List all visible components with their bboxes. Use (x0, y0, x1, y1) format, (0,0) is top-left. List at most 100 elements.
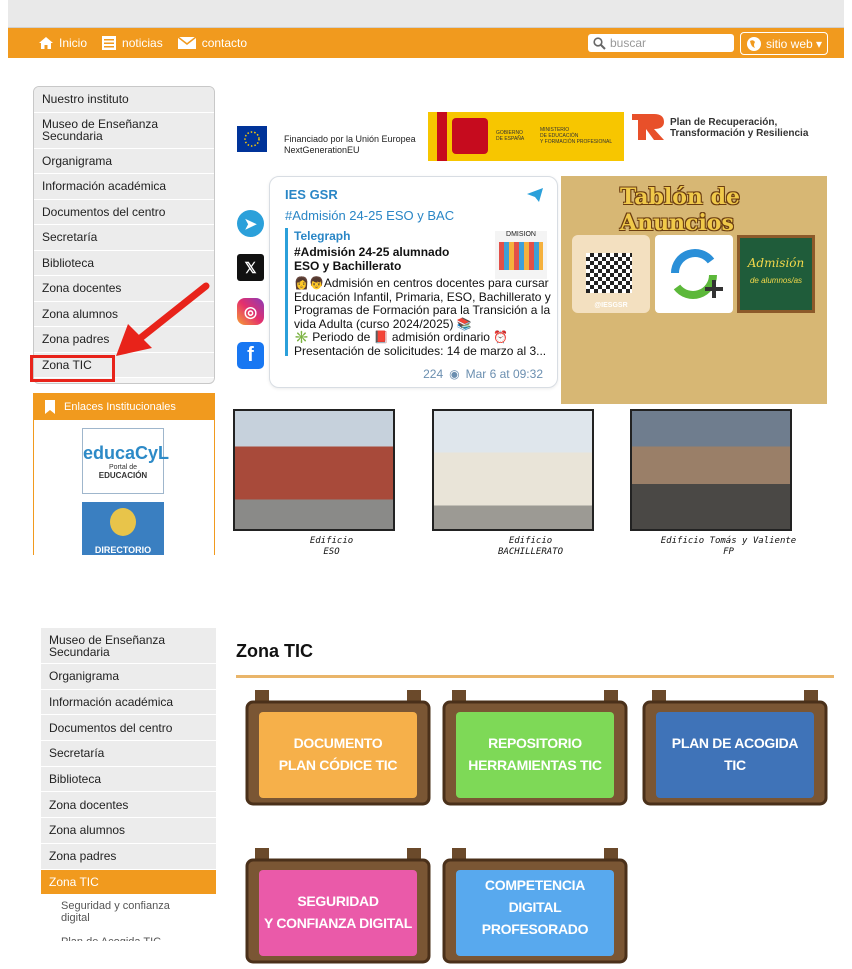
telegram-body3: Presentación de solicitudes: 14 de marzo… (294, 343, 547, 358)
card-seguridad-line1: SEGURIDAD (297, 893, 379, 909)
flag-stripe (437, 112, 447, 161)
red-arrow-icon (116, 282, 210, 356)
tablon-title: Tablón de Anuncios (620, 184, 740, 236)
nav-contacto[interactable]: contacto (177, 36, 247, 50)
sidebar-item-zona-alumnos[interactable]: Zona alumnos (41, 818, 216, 844)
educa-logo-text: educaCyL (83, 443, 170, 463)
qr-label: @IESGSR (594, 302, 628, 309)
sidebar-item-secretaria[interactable]: Secretaría (34, 225, 214, 251)
sidebar-item-zona-tic-active[interactable]: Zona TIC (41, 869, 216, 896)
sitio-web-label: sitio web ▾ (766, 36, 823, 51)
prtr-line2: Transformación y Resiliencia (670, 128, 809, 139)
card-seguridad[interactable]: SEGURIDAD Y CONFIANZA DIGITAL (243, 848, 433, 966)
sidebar-item-nuestro-instituto[interactable]: Nuestro instituto (34, 87, 214, 113)
screenshot-divider (0, 560, 852, 620)
card-repositorio-line2: HERRAMIENTAS TIC (468, 757, 602, 773)
thumb-label: DMISIÓN (506, 231, 536, 238)
card-plan-acogida-line2: TIC (724, 757, 746, 773)
update-card[interactable] (655, 235, 733, 313)
telegram-source: Telegraph (294, 229, 351, 243)
nav-inicio-label: Inicio (59, 36, 88, 50)
sidebar-item-informacion-academica[interactable]: Información académica (41, 689, 216, 716)
sidebar-item-documentos[interactable]: Documentos del centro (34, 199, 214, 225)
card-plan-codice-line2: PLAN CÓDICE TIC (278, 757, 398, 773)
card-plan-codice[interactable]: DOCUMENTO PLAN CÓDICE TIC (243, 690, 433, 808)
telegram-body2: ✳️ Periodo de 📕 admisión ordinario ⏰ (294, 330, 509, 344)
directorio-link[interactable]: DIRECTORIO (82, 502, 164, 555)
eu-funding-text: Financiado por la Unión Europea NextGene… (284, 134, 416, 156)
card-plan-acogida-line1: PLAN DE ACOGIDA (671, 735, 799, 751)
globe-icon (747, 36, 761, 51)
telegram-send-icon (527, 188, 543, 202)
sidebar-item-museo[interactable]: Museo de Enseñanza Secundaria (34, 112, 214, 149)
sidebar-item-museo[interactable]: Museo de Enseñanza Secundaria (41, 628, 216, 664)
sidebar-item-informacion-academica[interactable]: Información académica (34, 174, 214, 200)
card-repositorio[interactable]: REPOSITORIO HERRAMIENTAS TIC (440, 690, 630, 808)
sidebar-item-organigrama[interactable]: Organigrama (41, 664, 216, 690)
educacyl-link[interactable]: educaCyL Portal de EDUCACIÓN (82, 428, 170, 494)
nav-inicio[interactable]: Inicio (38, 36, 87, 50)
nav-noticias[interactable]: noticias (101, 35, 163, 51)
prtr-logo-icon (632, 114, 664, 140)
sitio-web-dropdown[interactable]: sitio web ▾ (740, 32, 828, 55)
card-plan-acogida[interactable]: PLAN DE ACOGIDA TIC (640, 690, 830, 808)
submenu-plan-acogida[interactable]: Plan de Acogida TIC (41, 929, 216, 941)
directorio-label: DIRECTORIO (94, 545, 152, 555)
sidebar-item-biblioteca[interactable]: Biblioteca (41, 766, 216, 793)
sidebar-menu-bottom: Museo de Enseñanza Secundaria Organigram… (41, 628, 216, 941)
caption-eso: Edificio ESO (309, 536, 354, 557)
telegram-widget[interactable]: IES GSR #Admisión 24-25 ESO y BAC Telegr… (269, 176, 558, 388)
admision-card[interactable]: Admisión de alumnos/as (737, 235, 815, 313)
building-bachillerato-photo[interactable] (432, 409, 594, 531)
refresh-book-icon (671, 249, 723, 299)
eu-line2: NextGenerationEU (284, 145, 360, 155)
telegram-channel: IES GSR (285, 187, 338, 202)
telegram-meta: 224 ◉ Mar 6 at 09:32 (423, 367, 543, 381)
eu-line1: Financiado por la Unión Europea (284, 134, 416, 144)
educa-sub2: EDUCACIÓN (98, 471, 148, 480)
card-competencia-label: COMPETENCIA DIGITAL PROFESORADO (440, 874, 630, 940)
telegram-post-body: 👩👦Admisión en centros docentes para curs… (294, 276, 552, 358)
card-seguridad-line2: Y CONFIANZA DIGITAL (263, 915, 413, 931)
caption-bachillerato: Edificio BACHILLERATO (497, 536, 564, 557)
search-input[interactable]: buscar (588, 34, 734, 52)
news-icon (102, 36, 117, 50)
eye-icon: ◉ (449, 367, 460, 381)
telegram-post-title: #Admisión 24-25 alumnado ESO y Bachiller… (294, 245, 450, 273)
facebook-icon[interactable]: f (237, 342, 264, 369)
gob-line2: DE ESPAÑA (496, 136, 525, 142)
submenu-seguridad[interactable]: Seguridad y confianza digital (41, 895, 191, 930)
search-placeholder: buscar (610, 36, 647, 50)
prtr-text: Plan de Recuperación, Transformación y R… (670, 117, 808, 139)
sidebar-item-secretaria[interactable]: Secretaría (41, 741, 216, 767)
qr-code-icon (586, 253, 632, 293)
telegram-views: 224 (423, 367, 444, 381)
card-competencia[interactable]: COMPETENCIA DIGITAL PROFESORADO (440, 848, 630, 966)
sidebar-item-zona-padres[interactable]: Zona padres (41, 843, 216, 870)
enlaces-header: Enlaces Institucionales (34, 394, 214, 420)
min-line3: Y FORMACIÓN PROFESIONAL (540, 139, 613, 145)
home-icon (39, 37, 53, 49)
sidebar-item-biblioteca[interactable]: Biblioteca (34, 250, 214, 276)
x-twitter-icon[interactable]: 𝕏 (237, 254, 264, 281)
card-repositorio-line1: REPOSITORIO (488, 735, 582, 751)
browser-top-strip (8, 0, 844, 28)
sidebar-item-zona-docentes[interactable]: Zona docentes (41, 792, 216, 819)
card-competencia-line2: DIGITAL (508, 899, 562, 915)
duck-icon (110, 508, 136, 536)
eu-flag-icon (237, 126, 267, 152)
nav-noticias-label: noticias (122, 36, 163, 50)
envelope-icon (177, 36, 197, 49)
telegram-icon[interactable]: ➤ (237, 210, 264, 237)
title-underline (236, 675, 834, 678)
card-competencia-line3: PROFESORADO (481, 921, 589, 937)
search-icon (593, 36, 606, 50)
sidebar-item-documentos[interactable]: Documentos del centro (41, 715, 216, 742)
sidebar-item-organigrama[interactable]: Organigrama (34, 148, 214, 174)
building-eso-photo[interactable] (233, 409, 395, 531)
qr-card[interactable]: @IESGSR (572, 235, 650, 313)
card-plan-codice-line1: DOCUMENTO (293, 735, 383, 751)
instagram-icon[interactable]: ◎ (237, 298, 264, 325)
admision-text2: de alumnos/as (749, 276, 803, 285)
building-fp-photo[interactable] (630, 409, 792, 531)
